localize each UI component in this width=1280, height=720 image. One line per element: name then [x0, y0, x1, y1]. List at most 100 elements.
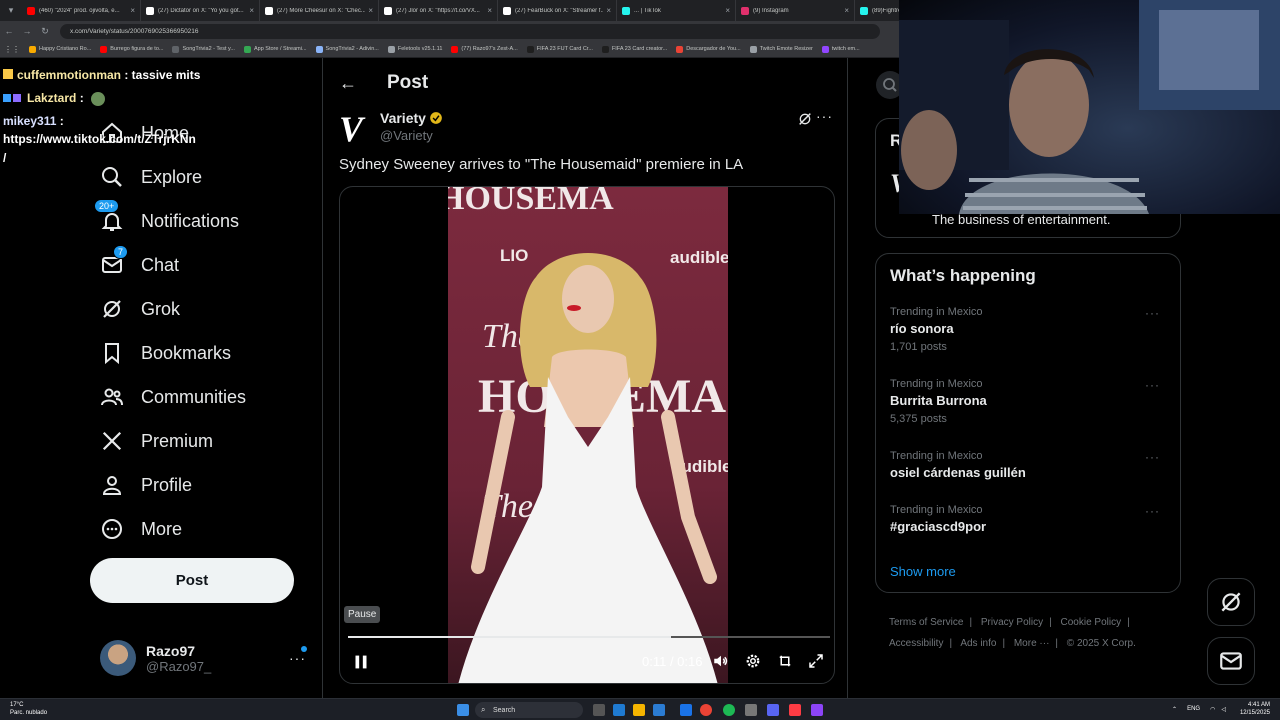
nav-item-more[interactable]: More	[100, 514, 182, 544]
fullscreen-icon[interactable]	[807, 652, 825, 670]
browser-tab[interactable]: (27) FearBuck on X: "Streamer f... ×	[498, 0, 617, 21]
bookmark-item[interactable]: FIFA 23 FUT Card Cr...	[526, 45, 593, 53]
author-name: Variety	[380, 110, 426, 126]
post-more-icon[interactable]: ···	[816, 108, 833, 124]
browser-tab[interactable]: ... | TikTok ×	[617, 0, 736, 21]
browser-tab[interactable]: (27) More Cheesur on X: "Chec... ×	[260, 0, 379, 21]
nav-item-bookmarks[interactable]: Bookmarks	[100, 338, 231, 368]
trend-item[interactable]: Trending in Mexico río sonora 1,701 post…	[890, 306, 1170, 353]
trend-item[interactable]: Trending in Mexico osiel cárdenas guillé…	[890, 450, 1170, 480]
video-progress-bar[interactable]	[348, 636, 830, 638]
tab-list-chevron-icon[interactable]: ▾	[0, 0, 22, 21]
account-switcher[interactable]: Razo97 @Razo97_ ···	[100, 638, 310, 678]
twitch-icon[interactable]	[811, 704, 823, 716]
apps-grid-icon[interactable]: ⋮⋮	[4, 45, 20, 54]
nav-item-profile[interactable]: Profile	[100, 470, 192, 500]
close-icon[interactable]: ×	[606, 6, 611, 15]
bookmark-item[interactable]: SongTrivia2 - Test y...	[172, 45, 235, 53]
grok-floating-button[interactable]	[1207, 578, 1255, 626]
trend-more-icon[interactable]: ···	[1145, 504, 1160, 518]
edge-icon[interactable]	[613, 704, 625, 716]
close-icon[interactable]: ×	[844, 6, 849, 15]
messages-floating-button[interactable]	[1207, 637, 1255, 685]
browser-tab[interactable]: (460) "2024" prod. ojivolta, e... ×	[22, 0, 141, 21]
footer-link[interactable]: Ads info	[960, 638, 996, 649]
bookmark-item[interactable]: twitch em...	[821, 45, 860, 53]
video-player[interactable]: HOUSEMA LIO audible The HOUSEMA audible …	[339, 186, 835, 684]
browser-tab[interactable]: (27) Dictator on X: "Yo you got... ×	[141, 0, 260, 21]
trend-more-icon[interactable]: ···	[1145, 306, 1160, 320]
nav-item-premium[interactable]: Premium	[100, 426, 213, 456]
trend-item[interactable]: Trending in Mexico #graciascd9por ···	[890, 504, 1170, 534]
file-explorer-icon[interactable]	[633, 704, 645, 716]
browser-tab[interactable]: (27) Jlor on X: "https://t.co/VX... ×	[379, 0, 498, 21]
footer-link[interactable]: Privacy Policy	[981, 617, 1043, 628]
mail-icon[interactable]	[680, 704, 692, 716]
clock[interactable]: 4:41 AM 12/15/2025	[1240, 701, 1270, 717]
bookmark-item[interactable]: Feletools v25.1.11	[387, 45, 442, 53]
store-icon[interactable]	[653, 704, 665, 716]
browser-tab[interactable]: (9) Instagram ×	[736, 0, 855, 21]
nav-item-communities[interactable]: Communities	[100, 382, 246, 412]
trend-topic: osiel cárdenas guillén	[890, 465, 1026, 480]
bookmark-item[interactable]: FIFA 23 Card creator...	[601, 45, 667, 53]
bookmark-item[interactable]: Burrego figura de to...	[100, 45, 163, 53]
chrome-icon[interactable]	[700, 704, 712, 716]
music-icon[interactable]	[789, 704, 801, 716]
url-field[interactable]: x.com/Variety/status/2000769025366950216	[60, 23, 880, 39]
app-icon[interactable]	[745, 704, 757, 716]
bookmark-item[interactable]: Descargador de You...	[676, 45, 741, 53]
nav-item-explore[interactable]: Explore	[100, 162, 202, 192]
footer-link[interactable]: Cookie Policy	[1061, 617, 1122, 628]
settings-gear-icon[interactable]	[744, 652, 762, 670]
grok-icon	[1221, 592, 1241, 612]
trend-count: 5,375 posts	[890, 413, 947, 425]
task-view-icon[interactable]	[593, 704, 605, 716]
close-icon[interactable]: ×	[249, 6, 254, 15]
close-icon[interactable]: ×	[130, 6, 135, 15]
nav-item-notifications[interactable]: 20+ Notifications	[94, 199, 239, 236]
close-icon[interactable]: ×	[368, 6, 373, 15]
windows-start-icon[interactable]	[457, 704, 469, 716]
pause-icon[interactable]	[350, 651, 372, 673]
trend-more-icon[interactable]: ···	[1145, 378, 1160, 392]
volume-icon[interactable]	[712, 652, 730, 670]
bookmark-item[interactable]: (77) Razo97's Zest-A...	[451, 45, 518, 53]
chevron-up-icon[interactable]: ⌃	[1172, 706, 1177, 713]
discord-icon[interactable]	[767, 704, 779, 716]
bookmark-item[interactable]: App Store / Streami...	[243, 45, 307, 53]
footer-link[interactable]: Terms of Service	[889, 617, 963, 628]
close-icon[interactable]: ×	[487, 6, 492, 15]
back-arrow-icon[interactable]: ←	[0, 26, 18, 36]
show-more-link[interactable]: Show more	[890, 564, 956, 579]
variety-logo[interactable]: V	[339, 108, 375, 149]
picture-in-picture-icon[interactable]	[776, 652, 794, 670]
weather-widget[interactable]: 17°C Parc. nublado	[10, 701, 47, 717]
footer-link[interactable]: Accessibility	[889, 638, 943, 649]
bookmark-item[interactable]: Happy Cristiano Ro...	[29, 45, 91, 53]
taskbar-search[interactable]: ⌕ Search	[475, 702, 583, 718]
speaker-icon[interactable]: ◁	[1221, 706, 1226, 713]
author-handle[interactable]: @Variety	[380, 128, 433, 143]
grok-icon[interactable]	[797, 111, 813, 132]
webcam-feed	[899, 0, 1280, 214]
section-title: What’s happening	[890, 266, 1036, 285]
nav-item-chat[interactable]: 7 Chat	[100, 245, 180, 280]
nav-item-grok[interactable]: Grok	[100, 294, 180, 324]
nav-label-chat: Chat	[141, 254, 180, 275]
footer-link[interactable]: More ···	[1014, 638, 1050, 649]
back-arrow-icon[interactable]: ←	[339, 73, 359, 94]
forward-arrow-icon[interactable]: →	[18, 26, 36, 36]
language-indicator[interactable]: ENG	[1187, 706, 1200, 712]
trend-item[interactable]: Trending in Mexico Burrita Burrona 5,375…	[890, 378, 1170, 425]
bookmark-favicon	[451, 45, 459, 53]
author-name-row[interactable]: Variety	[380, 110, 443, 126]
spotify-icon[interactable]	[723, 704, 735, 716]
reload-icon[interactable]: ↻	[36, 26, 54, 37]
close-icon[interactable]: ×	[725, 6, 730, 15]
bookmark-item[interactable]: SongTrivia2 - Adivin...	[315, 45, 379, 53]
post-button[interactable]: Post	[90, 558, 294, 603]
bookmark-item[interactable]: Twitch Emote Resizer	[749, 45, 813, 53]
wifi-icon[interactable]: ◠	[1210, 706, 1215, 713]
trend-more-icon[interactable]: ···	[1145, 450, 1160, 464]
